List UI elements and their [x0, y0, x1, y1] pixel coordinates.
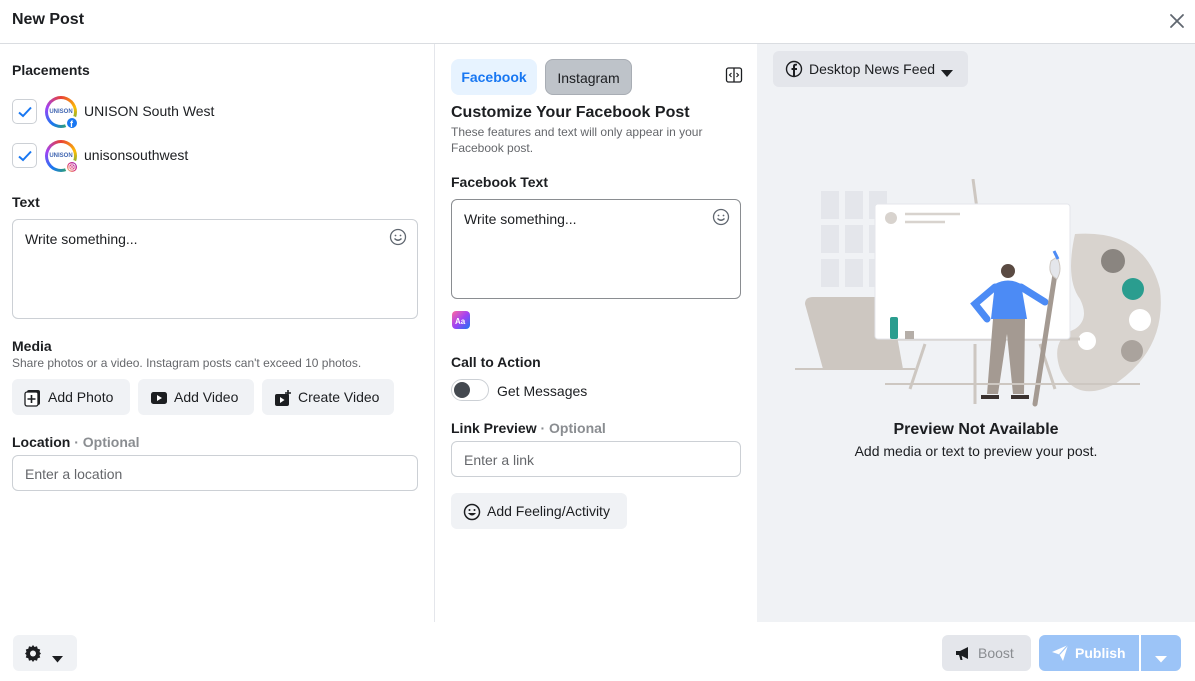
middle-column: Facebook Instagram Customize Your Facebo… [434, 44, 757, 622]
publish-options-button[interactable] [1141, 635, 1181, 671]
facebook-text-input[interactable]: Write something... [451, 199, 741, 299]
placement-row-instagram: UNISON unisonsouthwest [12, 140, 412, 174]
placement-label: unisonsouthwest [84, 147, 189, 163]
boost-button[interactable]: Boost [942, 635, 1031, 671]
media-subtitle: Share photos or a video. Instagram posts… [12, 356, 362, 370]
facebook-text-placeholder: Write something... [464, 211, 577, 227]
placement-checkbox-facebook[interactable] [12, 99, 37, 124]
page-avatar: UNISON f [45, 96, 79, 130]
customize-title: Customize Your Facebook Post [451, 104, 690, 121]
tab-instagram[interactable]: Instagram [545, 59, 632, 95]
instagram-badge-icon [65, 160, 79, 174]
placement-row-facebook: UNISON f UNISON South West [12, 96, 412, 130]
placement-label: UNISON South West [84, 103, 215, 119]
post-text-input[interactable]: Write something... [12, 219, 418, 319]
emoji-icon[interactable] [389, 228, 407, 251]
publish-label: Publish [1075, 645, 1126, 661]
boost-label: Boost [978, 645, 1014, 661]
text-format-icon[interactable]: Aa [452, 311, 470, 329]
check-icon [18, 106, 32, 118]
smiley-icon [463, 503, 481, 524]
location-placeholder: Enter a location [25, 466, 123, 482]
svg-text:Aa: Aa [455, 317, 466, 326]
check-icon [18, 150, 32, 162]
link-preview-title-text: Link Preview [451, 420, 537, 436]
artist-illustration [795, 178, 1165, 409]
post-text-placeholder: Write something... [25, 231, 138, 247]
create-video-icon [274, 389, 292, 410]
get-messages-toggle[interactable] [451, 379, 489, 401]
svg-text:f: f [70, 119, 74, 128]
location-title: Location · Optional [12, 434, 140, 450]
link-preview-optional: · Optional [540, 420, 606, 436]
cta-title: Call to Action [451, 354, 541, 370]
link-input[interactable]: Enter a link [451, 441, 741, 477]
video-icon [150, 389, 168, 410]
left-column: Placements UNISON f UNISON South West UN… [0, 44, 434, 622]
toggle-knob [454, 382, 470, 398]
caret-down-icon [1155, 650, 1167, 668]
get-messages-label: Get Messages [497, 383, 588, 399]
feed-placement-dropdown[interactable]: Desktop News Feed [773, 51, 968, 87]
facebook-text-title: Facebook Text [451, 174, 548, 190]
publish-button[interactable]: Publish [1039, 635, 1139, 671]
gear-icon [24, 644, 42, 667]
placement-checkbox-instagram[interactable] [12, 143, 37, 168]
add-feeling-label: Add Feeling/Activity [487, 503, 610, 519]
caret-down-icon [941, 65, 953, 81]
add-video-button[interactable]: Add Video [138, 379, 254, 415]
send-icon [1051, 644, 1069, 665]
preview-subtitle: Add media or text to preview your post. [854, 443, 1098, 459]
link-preview-title: Link Preview · Optional [451, 420, 606, 436]
caret-down-icon [52, 650, 63, 668]
settings-menu-button[interactable] [13, 635, 77, 671]
add-photo-label: Add Photo [48, 389, 114, 405]
dialog-header: New Post [0, 0, 1195, 44]
close-icon[interactable] [1166, 10, 1188, 32]
customize-subtitle: These features and text will only appear… [451, 125, 703, 155]
add-photo-icon [24, 389, 42, 410]
dialog-footer: Boost Publish [0, 622, 1195, 681]
link-placeholder: Enter a link [464, 452, 535, 468]
facebook-badge-icon: f [65, 116, 79, 130]
add-video-label: Add Video [174, 389, 239, 405]
megaphone-icon [954, 644, 972, 665]
location-title-text: Location [12, 434, 71, 450]
account-avatar: UNISON [45, 140, 79, 174]
feed-select-label: Desktop News Feed [809, 61, 936, 77]
preview-panel: Desktop News Feed Preview Not Available … [757, 44, 1195, 622]
collapse-panel-icon[interactable] [725, 66, 743, 84]
location-input[interactable]: Enter a location [12, 455, 418, 491]
add-photo-button[interactable]: Add Photo [12, 379, 130, 415]
add-feeling-button[interactable]: Add Feeling/Activity [451, 493, 627, 529]
create-video-button[interactable]: Create Video [262, 379, 394, 415]
dialog-title: New Post [12, 11, 85, 28]
tab-facebook[interactable]: Facebook [451, 59, 537, 95]
placements-title: Placements [12, 62, 90, 78]
facebook-icon [785, 60, 803, 81]
media-title: Media [12, 338, 52, 354]
location-optional: · Optional [74, 434, 140, 450]
text-title: Text [12, 194, 40, 210]
preview-title: Preview Not Available [893, 421, 1059, 438]
emoji-icon[interactable] [712, 208, 730, 231]
create-video-label: Create Video [298, 389, 380, 405]
